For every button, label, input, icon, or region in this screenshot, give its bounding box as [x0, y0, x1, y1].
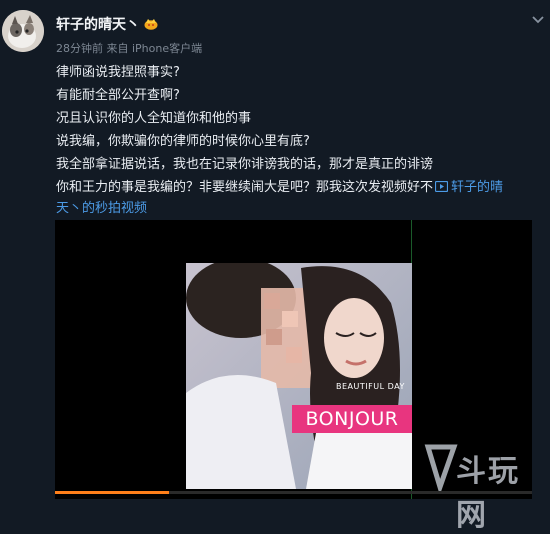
video-link-icon	[434, 180, 449, 193]
post-text-line: 我全部拿证据说话，我也在记录你诽谤我的话，那才是真正的诽谤	[56, 157, 434, 172]
post-text-line: 况且认识你的人全知道你和他的事	[56, 111, 252, 126]
video-link-text: 轩子的晴	[451, 180, 504, 195]
post-text: 你和王力的事是我编的？非要继续闹大是吧？那我这次发视频好不	[56, 180, 434, 195]
post-text-line: 律师函说我捏照事实?	[56, 65, 180, 80]
avatar[interactable]	[2, 10, 44, 52]
video-frame[interactable]: BEAUTIFUL DAY BONJOUR	[186, 263, 412, 489]
watermark-text: 斗玩网	[456, 454, 520, 533]
video-overlay-caption: BEAUTIFUL DAY	[336, 382, 405, 391]
video-link-continued[interactable]: 天丶的秒拍视频	[56, 201, 147, 216]
vip-crown-icon	[144, 15, 158, 30]
post-text-line: 有能耐全部公开查啊?	[56, 88, 180, 103]
video-overlay-title: BONJOUR	[292, 405, 412, 433]
avatar-image	[2, 10, 44, 52]
post-meta: 28分钟前 来自 iPhone客户端	[56, 42, 203, 55]
video-thumbnail	[186, 263, 412, 489]
username[interactable]: 轩子的晴天丶	[56, 14, 140, 34]
post-text-line-with-link: 你和王力的事是我编的？非要继续闹大是吧？那我这次发视频好不 轩子的晴	[56, 176, 503, 195]
video-link[interactable]: 轩子的晴	[433, 180, 503, 195]
post-text-line: 天丶的秒拍视频	[56, 197, 147, 216]
chevron-down-icon[interactable]	[531, 10, 545, 24]
post-text-line: 说我编，你欺骗你的律师的时候你心里有底?	[56, 134, 310, 149]
video-progress-fill	[55, 491, 170, 494]
